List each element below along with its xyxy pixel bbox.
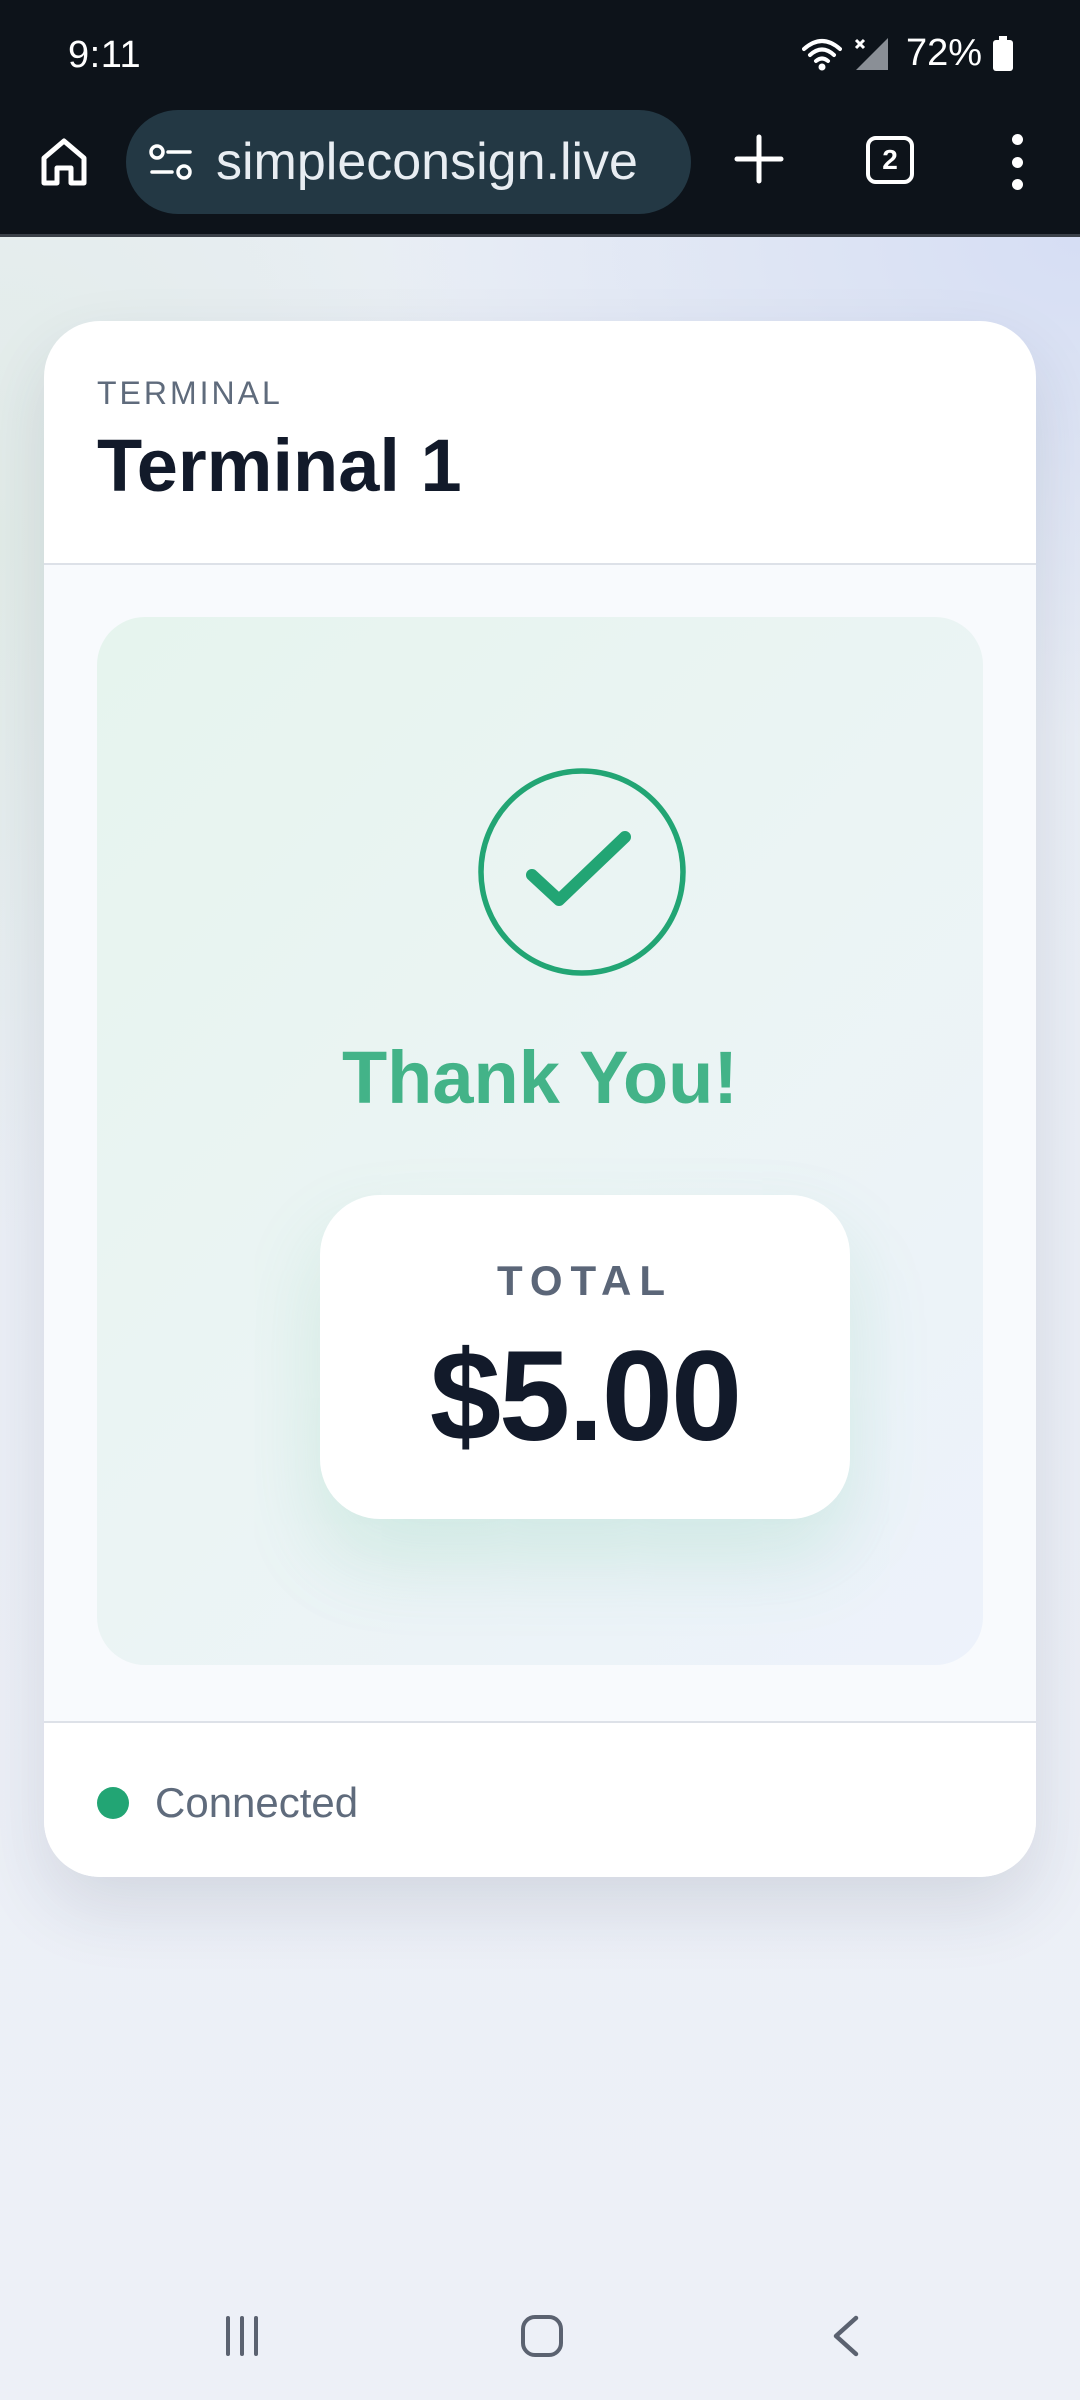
address-bar[interactable]: simpleconsign.live: [126, 110, 691, 214]
total-label: TOTAL: [496, 1257, 674, 1304]
wifi-icon: [801, 38, 842, 70]
tab-count: 2: [882, 144, 898, 175]
card-body: Thank You! TOTAL $5.00: [44, 565, 1036, 1743]
home-circle-icon[interactable]: [520, 2314, 564, 2358]
status-time: 9:11: [68, 34, 142, 76]
signal-off-icon: [854, 37, 888, 70]
url-text[interactable]: simpleconsign.live: [216, 132, 638, 192]
check-circle-icon: [478, 768, 686, 976]
status-icons: 72%: [801, 32, 1014, 75]
total-amount: $5.00: [429, 1325, 742, 1468]
card-header: TERMINAL Terminal 1: [44, 321, 1036, 565]
page-title: Terminal 1: [97, 424, 462, 507]
tabs-button[interactable]: 2: [866, 136, 914, 184]
card-footer: Connected: [44, 1721, 1036, 1877]
more-vert-icon[interactable]: [1000, 134, 1034, 190]
home-icon: [41, 138, 87, 186]
connection-status: Connected: [155, 1779, 359, 1826]
terminal-label: TERMINAL: [97, 375, 283, 411]
success-panel: Thank You! TOTAL $5.00: [97, 617, 983, 1665]
battery-icon: [993, 35, 1013, 71]
site-settings-icon[interactable]: [148, 140, 194, 184]
plus-icon[interactable]: [730, 130, 788, 188]
battery-percent: 72%: [905, 32, 982, 74]
home-button[interactable]: [34, 132, 94, 192]
connection-status-dot: [97, 1787, 129, 1819]
total-box: TOTAL $5.00: [320, 1195, 850, 1519]
terminal-card: TERMINAL Terminal 1 Thank You! TOTAL $5.…: [44, 321, 1036, 1877]
recents-icon[interactable]: [222, 2316, 262, 2356]
status-bar: 9:11 72%: [0, 0, 1080, 118]
thank-you-message: Thank You!: [341, 1036, 739, 1119]
back-icon[interactable]: [828, 2314, 864, 2358]
